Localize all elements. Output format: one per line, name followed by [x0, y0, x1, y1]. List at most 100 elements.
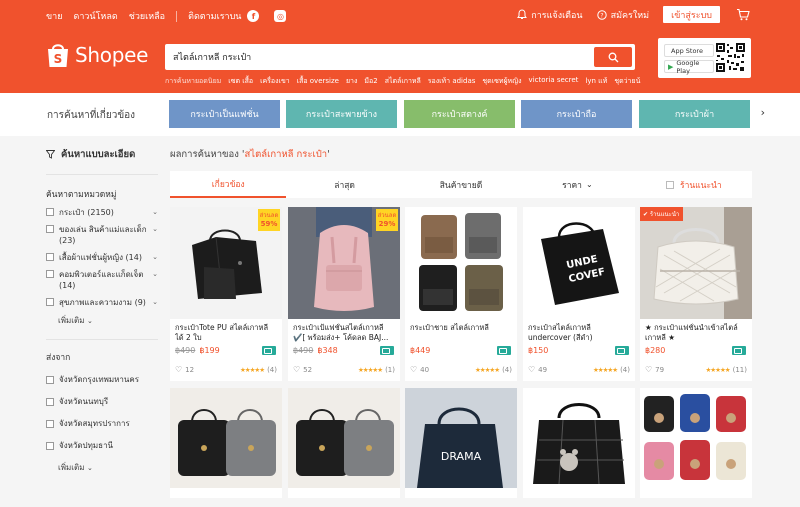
- facebook-icon[interactable]: f: [247, 10, 260, 22]
- heart-icon[interactable]: ♡: [175, 365, 182, 374]
- checkbox[interactable]: [46, 270, 54, 278]
- results-area: ผลการค้นหาของ 'สไตล์เกาหลี กระเป๋า' เกี่…: [170, 147, 752, 507]
- bell-icon: [517, 9, 528, 19]
- product-card[interactable]: UNDE COVEF กระเป๋าสไตล์เกาหลี undercover…: [523, 207, 635, 381]
- related-chip[interactable]: กระเป๋าถือ: [521, 100, 632, 128]
- suggestion-link[interactable]: ชุดว่ายน้: [614, 76, 640, 87]
- sort-latest-tab[interactable]: ล่าสุด: [286, 171, 402, 198]
- related-chip[interactable]: กระเป๋าเป็นแฟชั่น: [169, 100, 280, 128]
- review-count: (4): [620, 365, 630, 374]
- search-suggestions: การค้นหายอดนิยม เซต เสื้อ เครื่องเขา เสื…: [165, 76, 647, 87]
- checkbox[interactable]: [666, 180, 675, 189]
- login-button[interactable]: เข้าสู่ระบบ: [663, 6, 720, 23]
- search-button[interactable]: [594, 47, 632, 67]
- suggestion-link[interactable]: เสื้อ oversize: [297, 76, 339, 87]
- suggestion-link[interactable]: เซต เสื้อ: [228, 76, 253, 87]
- checkbox[interactable]: [46, 442, 54, 450]
- price-row: ฿449: [410, 346, 430, 355]
- app-download-box: App Store ▶ Google Play: [658, 38, 751, 78]
- product-card[interactable]: ✔ ร้านแนะนำ ★ กระเป๋าแฟชั่นนำเข้าสไตล์เก…: [640, 207, 752, 381]
- product-card[interactable]: DRAMA: [405, 388, 517, 498]
- suggestion-link[interactable]: lyn แท้: [585, 76, 607, 87]
- checkbox[interactable]: [46, 420, 54, 428]
- rating-stars-icon: ★★★★★: [474, 365, 500, 374]
- category-item[interactable]: กระเป๋า (2150) ⌄: [46, 207, 158, 218]
- shopee-logo[interactable]: S Shopee: [46, 41, 148, 69]
- app-store-badge[interactable]: App Store: [664, 44, 714, 57]
- product-card[interactable]: กระเป๋าชาย สไตล์เกาหลี ฿449 ♡ 40 ★★★★★ (4): [405, 207, 517, 381]
- related-chip[interactable]: กระเป๋าผ้า: [639, 100, 750, 128]
- location-label: จังหวัดปทุมธานี: [59, 441, 114, 450]
- heart-icon[interactable]: ♡: [645, 365, 652, 374]
- instagram-icon[interactable]: ◎: [274, 10, 287, 22]
- heart-icon[interactable]: ♡: [528, 365, 535, 374]
- mini-backpacks-image: [644, 394, 746, 480]
- product-card[interactable]: [170, 388, 282, 498]
- product-card[interactable]: [640, 388, 752, 498]
- more-locations-link[interactable]: เพิ่มเติม ⌄: [58, 461, 158, 474]
- free-shipping-icon: [262, 346, 276, 355]
- suggestion-link[interactable]: รองเท้า adidas: [428, 76, 476, 87]
- suggestion-link[interactable]: ยาง: [346, 76, 357, 87]
- chevron-down-icon[interactable]: ⌄: [152, 207, 158, 218]
- suggestion-link[interactable]: เครื่องเขา: [260, 76, 290, 87]
- more-categories-link[interactable]: เพิ่มเติม ⌄: [58, 314, 158, 327]
- price-row: ฿490 ฿199: [175, 346, 220, 355]
- bag-print-text: DRAMA: [441, 450, 482, 463]
- recommended-shops-filter[interactable]: ร้านแนะนำ: [636, 171, 752, 198]
- location-item[interactable]: จังหวัดกรุงเทพมหานคร: [46, 373, 158, 386]
- related-chip[interactable]: กระเป๋าสตางค์: [404, 100, 515, 128]
- checkbox[interactable]: [46, 376, 54, 384]
- product-card[interactable]: ส่วนลด 59% กระเป๋าTote PU สไตล์เกาหลี ได้…: [170, 207, 282, 381]
- google-play-badge[interactable]: ▶ Google Play: [664, 59, 714, 75]
- chevron-down-icon: ⌄: [87, 317, 93, 325]
- drama-tote-image: DRAMA: [405, 388, 517, 488]
- location-item[interactable]: จังหวัดสมุทรปราการ: [46, 417, 158, 430]
- sale-price: ฿199: [199, 346, 220, 355]
- svg-text:S: S: [54, 52, 63, 66]
- category-item[interactable]: ของเล่น สินค้าแม่และเด็ก (23) ⌄: [46, 224, 158, 246]
- checkbox[interactable]: [46, 225, 54, 233]
- product-card[interactable]: [523, 388, 635, 498]
- sort-price-tab[interactable]: ราคา ⌄: [519, 171, 635, 198]
- category-item[interactable]: เสื้อผ้าแฟชั่นผู้หญิง (14) ⌄: [46, 252, 158, 263]
- chevron-down-icon[interactable]: ⌄: [152, 224, 158, 235]
- checkbox[interactable]: [46, 253, 54, 261]
- category-item[interactable]: สุขภาพและความงาม (9) ⌄: [46, 297, 158, 308]
- sell-link[interactable]: ขาย: [46, 9, 62, 23]
- sort-top-sales-tab[interactable]: สินค้าขายดี: [403, 171, 519, 198]
- suggestion-link[interactable]: มือ2: [364, 76, 377, 87]
- category-item[interactable]: คอมพิวเตอร์และแก็ดเจ็ต (14) ⌄: [46, 269, 158, 291]
- free-shipping-icon: [615, 346, 629, 355]
- suggestion-link[interactable]: ชุดเซทผู้หญิง: [482, 76, 521, 87]
- chevron-right-icon[interactable]: ›: [761, 106, 765, 119]
- product-card[interactable]: [288, 388, 400, 498]
- checkbox[interactable]: [46, 208, 54, 216]
- location-item[interactable]: จังหวัดนนทบุรี: [46, 395, 158, 408]
- rating-stars-icon: ★★★★★: [592, 365, 618, 374]
- checkbox[interactable]: [46, 398, 54, 406]
- sort-relevant-tab[interactable]: เกี่ยวข้อง: [170, 171, 287, 198]
- suggestion-link[interactable]: victoria secret: [529, 76, 579, 87]
- download-link[interactable]: ดาวน์โหลด: [73, 9, 117, 23]
- chevron-down-icon[interactable]: ⌄: [152, 269, 158, 280]
- heart-icon[interactable]: ♡: [410, 365, 417, 374]
- notifications-link[interactable]: การแจ้งเตือน: [517, 8, 583, 22]
- chevron-down-icon: ⌄: [87, 464, 93, 472]
- chevron-down-icon[interactable]: ⌄: [152, 297, 158, 308]
- location-item[interactable]: จังหวัดปทุมธานี: [46, 439, 158, 452]
- cart-icon[interactable]: [736, 8, 750, 21]
- price-row: ฿280: [645, 346, 665, 355]
- discount-percent: 29%: [378, 220, 396, 228]
- checkbox[interactable]: [46, 298, 54, 306]
- search-input[interactable]: [173, 49, 583, 65]
- product-name: กระเป๋าชาย สไตล์เกาหลี: [410, 323, 489, 332]
- help-link[interactable]: ช่วยเหลือ: [129, 9, 165, 23]
- heart-icon[interactable]: ♡: [293, 365, 300, 374]
- product-card[interactable]: ส่วนลด 29% กระเป๋าเป้แฟชั่นสไตล์เกาหลี ✔️…: [288, 207, 400, 381]
- signup-link[interactable]: ? สมัครใหม่: [596, 8, 649, 22]
- suggestion-link[interactable]: สไตล์เกาหลี: [385, 76, 421, 87]
- chevron-down-icon[interactable]: ⌄: [152, 252, 158, 263]
- related-chip[interactable]: กระเป๋าสะพายข้าง: [286, 100, 397, 128]
- pu-handbags-image: [296, 409, 394, 476]
